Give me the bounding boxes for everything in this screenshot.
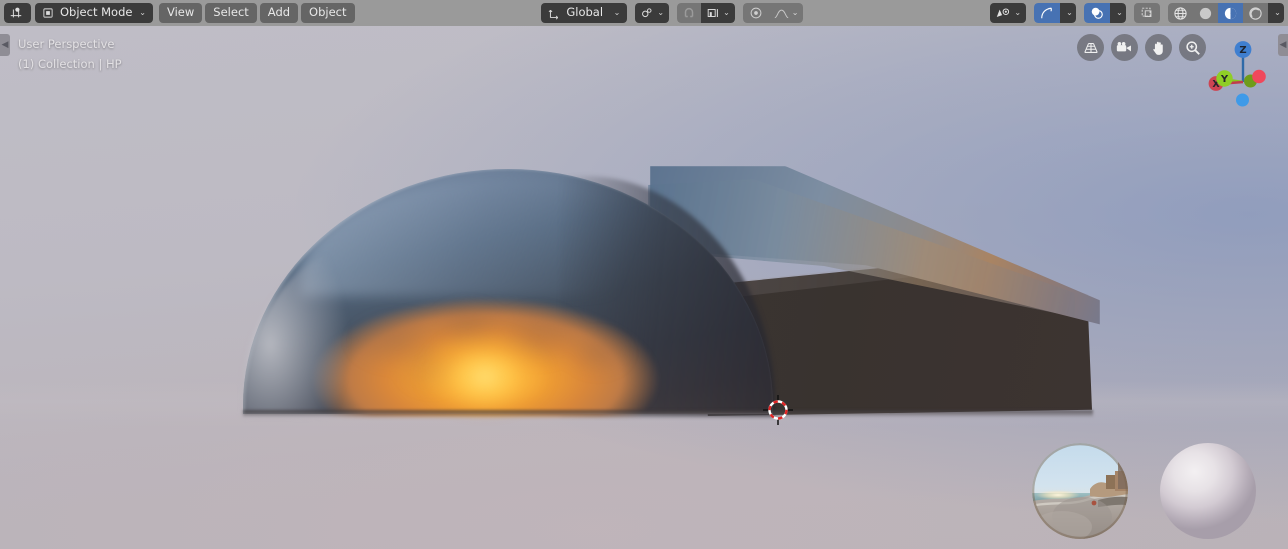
reference-preview-balls bbox=[1028, 437, 1280, 545]
material-preview-shading-icon bbox=[1223, 6, 1238, 21]
wireframe-shading-icon bbox=[1173, 6, 1188, 21]
z-negative-dot bbox=[1236, 93, 1249, 107]
editor-type-selector[interactable] bbox=[4, 3, 31, 23]
chrome-reference-ball bbox=[1032, 443, 1128, 539]
diffuse-reference-ball bbox=[1160, 443, 1256, 539]
chevron-down-icon: ⌄ bbox=[723, 8, 730, 17]
transform-orientation-label: Global bbox=[566, 5, 604, 20]
rendered-shading-icon bbox=[1248, 6, 1263, 21]
snap-toggle-button[interactable] bbox=[677, 3, 702, 23]
3d-viewport[interactable]: ◀ ◀ User Perspective (1) Collection | HP bbox=[0, 26, 1288, 549]
camera-icon bbox=[1116, 41, 1133, 54]
overlays-icon bbox=[1090, 6, 1104, 20]
proportional-editing-group[interactable]: ⌄ bbox=[742, 3, 804, 23]
chevron-down-icon: ⌄ bbox=[1066, 8, 1073, 17]
hand-icon bbox=[1151, 40, 1166, 56]
toggle-orthographic-button[interactable] bbox=[1077, 34, 1104, 61]
snapping-group[interactable]: ⌄ bbox=[677, 3, 735, 23]
mode-selector[interactable]: Object Mode ⌄ bbox=[35, 3, 153, 23]
axis-navigation-gizmo[interactable]: X Y Z bbox=[1198, 36, 1282, 120]
smooth-falloff-icon bbox=[774, 7, 789, 20]
menu-select[interactable]: Select bbox=[205, 3, 257, 23]
y-axis-label: Y bbox=[1220, 74, 1229, 85]
shading-mode-rendered[interactable] bbox=[1243, 3, 1269, 23]
overlays-options[interactable]: ⌄ bbox=[1110, 3, 1127, 23]
chevron-down-icon: ⌄ bbox=[139, 8, 146, 17]
overlays-toggle[interactable] bbox=[1084, 3, 1111, 23]
gizmos-group[interactable]: ⌄ bbox=[1034, 3, 1077, 23]
proportional-editing-toggle[interactable] bbox=[742, 3, 769, 23]
object-mode-icon bbox=[42, 7, 54, 19]
chevron-down-icon: ⌄ bbox=[1014, 8, 1022, 17]
xray-toggle[interactable] bbox=[1134, 3, 1161, 23]
snap-target-selector[interactable]: ⌄ bbox=[701, 3, 735, 23]
gizmo-options[interactable]: ⌄ bbox=[1060, 3, 1077, 23]
solid-shading-icon bbox=[1198, 6, 1213, 21]
proportional-editing-icon bbox=[749, 6, 763, 20]
3d-cursor[interactable] bbox=[762, 394, 794, 426]
gizmo-icon bbox=[1040, 6, 1054, 20]
shading-mode-wireframe[interactable] bbox=[1168, 3, 1194, 23]
pivot-point-selector[interactable]: ⌄ bbox=[635, 3, 670, 23]
chevron-down-icon: ⌄ bbox=[791, 8, 799, 17]
orientation-axes-icon bbox=[548, 7, 561, 20]
chevron-down-icon: ⌄ bbox=[613, 8, 621, 17]
chevron-down-icon: ⌄ bbox=[1116, 8, 1123, 17]
menu-view[interactable]: View bbox=[159, 3, 203, 23]
mode-selector-label: Object Mode bbox=[60, 5, 133, 20]
transform-orientation-selector[interactable]: Global ⌄ bbox=[541, 3, 628, 23]
pan-view-button[interactable] bbox=[1145, 34, 1172, 61]
snap-increment-icon bbox=[706, 6, 720, 20]
magnet-icon bbox=[682, 6, 696, 20]
viewport-header: Object Mode ⌄ View Select Add Object Glo… bbox=[0, 0, 1288, 26]
gizmo-toggle[interactable] bbox=[1034, 3, 1061, 23]
shading-mode-material-preview[interactable] bbox=[1218, 3, 1244, 23]
chevron-down-icon: ⌄ bbox=[1274, 8, 1281, 17]
menu-add[interactable]: Add bbox=[259, 3, 299, 23]
overlays-group[interactable]: ⌄ bbox=[1084, 3, 1127, 23]
xray-toggle-icon bbox=[1140, 6, 1154, 20]
viewport-nav-buttons[interactable] bbox=[1077, 34, 1206, 61]
shading-mode-group[interactable]: ⌄ bbox=[1168, 3, 1285, 23]
chevron-down-icon: ⌄ bbox=[657, 8, 665, 17]
visibility-filter-selector[interactable]: ⌄ bbox=[990, 3, 1027, 23]
shading-mode-solid[interactable] bbox=[1193, 3, 1219, 23]
pivot-point-icon bbox=[640, 6, 654, 20]
editor-type-button[interactable] bbox=[4, 3, 31, 23]
3d-viewport-icon bbox=[9, 6, 23, 20]
x-negative-dot bbox=[1252, 69, 1266, 84]
visibility-selectability-icon bbox=[995, 7, 1011, 20]
grid-perspective-icon bbox=[1083, 40, 1099, 56]
menu-object[interactable]: Object bbox=[301, 3, 355, 23]
proportional-falloff-selector[interactable]: ⌄ bbox=[768, 3, 804, 23]
z-axis-label: Z bbox=[1239, 45, 1246, 56]
toggle-camera-view-button[interactable] bbox=[1111, 34, 1138, 61]
shading-options[interactable]: ⌄ bbox=[1268, 3, 1285, 23]
object-ground-contact bbox=[243, 410, 1093, 417]
